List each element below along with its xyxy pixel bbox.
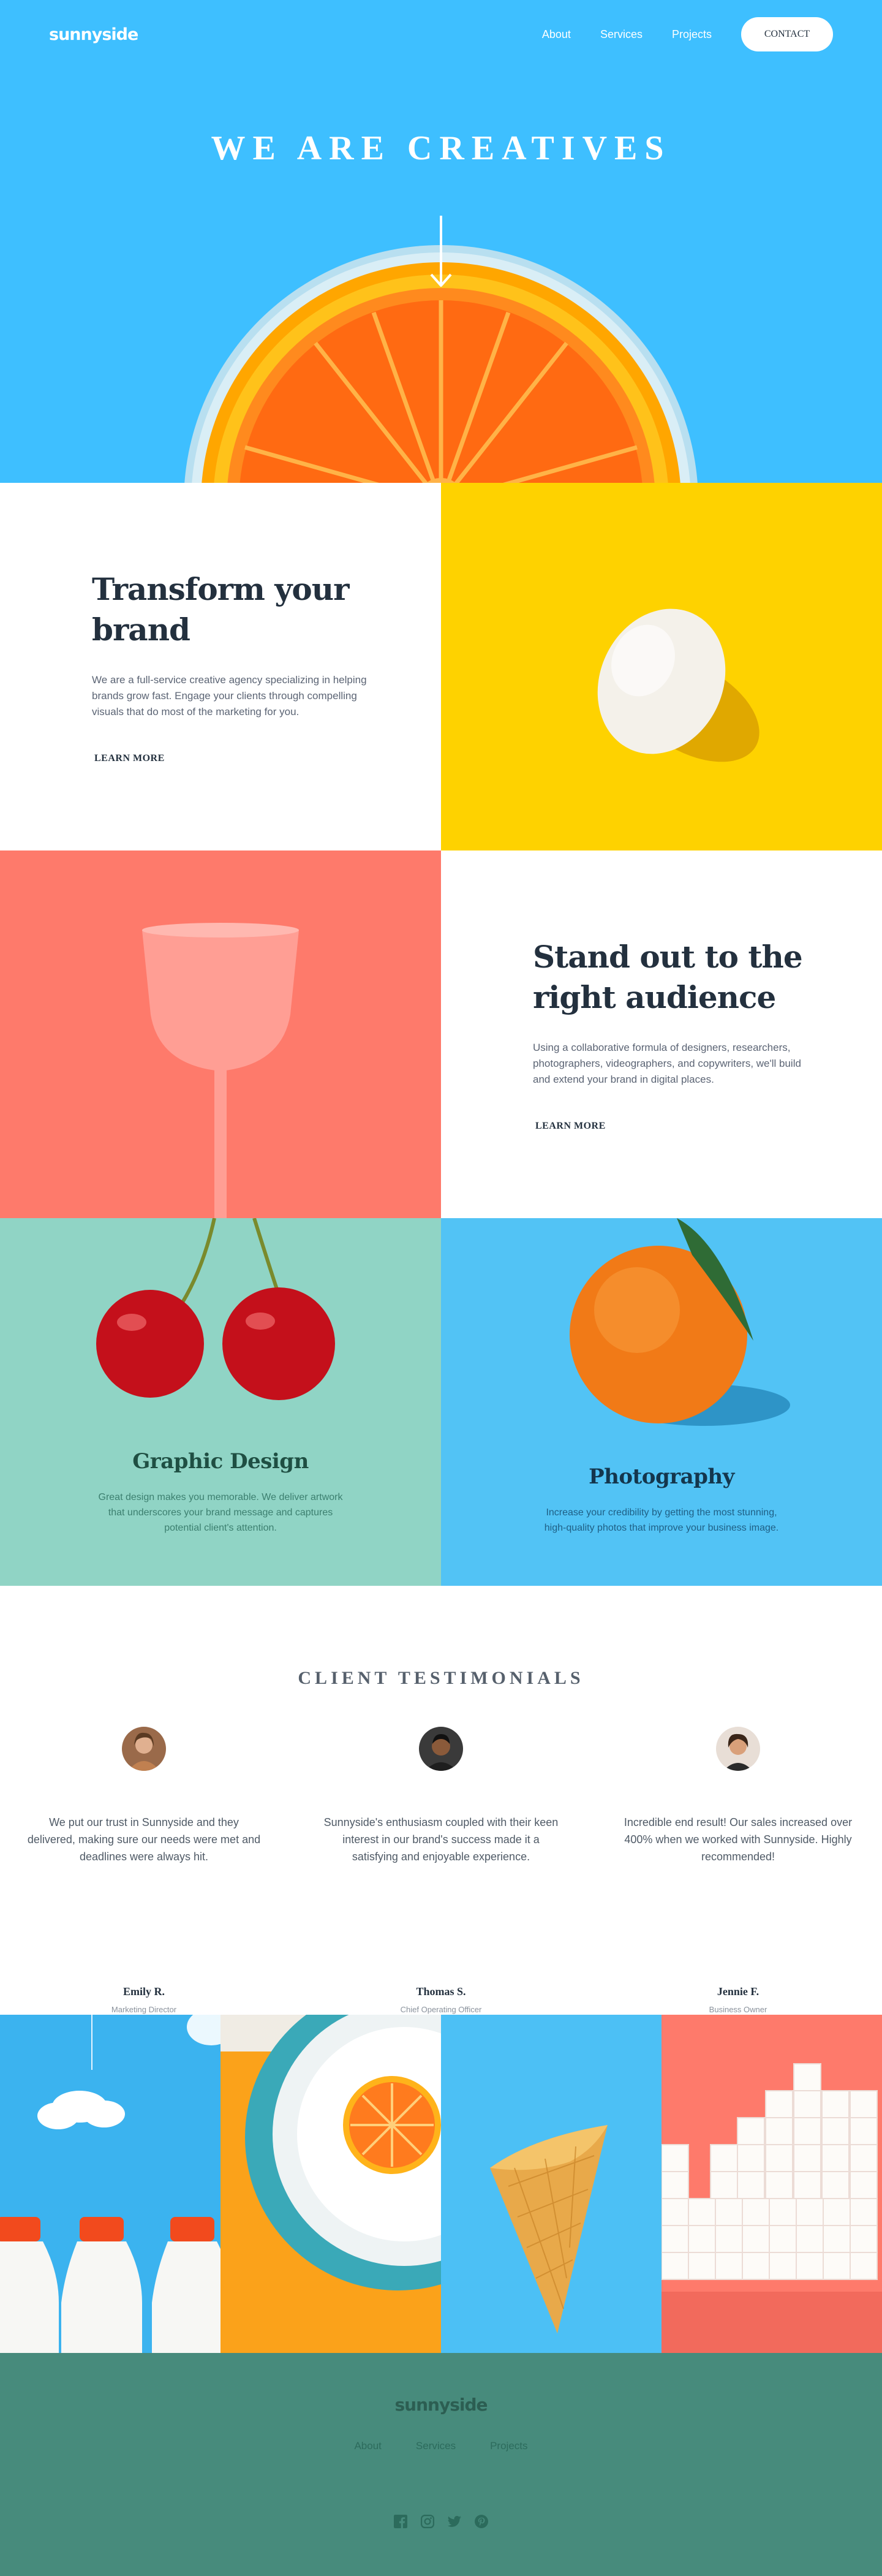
footer-logo[interactable]: sunnyside: [0, 2395, 882, 2415]
instagram-icon[interactable]: [421, 2515, 434, 2528]
testimonial-card: Sunnyside's enthusiasm coupled with thei…: [322, 1727, 560, 2021]
footer: sunnyside About Services Projects: [0, 2353, 882, 2576]
footer-links: About Services Projects: [0, 2440, 882, 2452]
hero-title: WE ARE CREATIVES: [211, 129, 671, 167]
testimonial-quote: Sunnyside's enthusiasm coupled with thei…: [323, 1816, 559, 1863]
photography-body: Increase your credibility by getting the…: [544, 1507, 779, 1533]
testimonial-role: Chief Operating Officer: [400, 2005, 482, 2014]
cup-image: [0, 850, 441, 1218]
standout-row: Stand out to the right audience Using a …: [0, 850, 882, 1218]
standout-text-block: Stand out to the right audience Using a …: [441, 850, 882, 1218]
milk-bottles-image: [0, 2015, 221, 2353]
graphic-design-body: Great design makes you memorable. We del…: [98, 1492, 343, 1533]
gallery-milk-bottles: [0, 2015, 221, 2353]
standout-title: Stand out to the right audience: [533, 939, 803, 1015]
testimonials-heading: CLIENT TESTIMONIALS: [298, 1668, 584, 1688]
graphic-design-text: Graphic Design Great design makes you me…: [0, 1449, 441, 1536]
transform-title: Transform your brand: [92, 571, 349, 648]
testimonial-card: We put our trust in Sunnyside and they d…: [24, 1727, 263, 2021]
transform-body: We are a full-service creative agency sp…: [92, 674, 367, 718]
egg-illustration: [597, 608, 760, 762]
learn-more-label: LEARN MORE: [94, 753, 165, 763]
service-graphic-design: Graphic Design Great design makes you me…: [0, 1218, 441, 1586]
testimonial-role: Marketing Director: [111, 2005, 177, 2014]
gallery-section: [0, 2015, 882, 2353]
photography-text: Photography Increase your credibility by…: [441, 1464, 882, 1536]
footer-link-about[interactable]: About: [354, 2440, 381, 2452]
photography-title: Photography: [589, 1464, 734, 1489]
testimonial-name: Jennie F.: [717, 1985, 760, 1998]
gallery-ice-cream-cone: [441, 2015, 662, 2353]
learn-more-label: LEARN MORE: [535, 1121, 606, 1131]
arrow-down-icon[interactable]: [430, 216, 452, 289]
nav-links: About Services Projects CONTACT: [513, 17, 833, 51]
facebook-icon[interactable]: [394, 2515, 407, 2528]
top-nav: sunnyside About Services Projects CONTAC…: [0, 0, 882, 69]
hero-section: sunnyside About Services Projects CONTAC…: [0, 0, 882, 483]
gallery-sugar-cubes: [662, 2015, 882, 2353]
orange-plate-image: [221, 2015, 441, 2353]
footer-link-services[interactable]: Services: [416, 2440, 456, 2452]
nav-link-projects[interactable]: Projects: [672, 28, 712, 41]
testimonials-section: CLIENT TESTIMONIALS We put our trust in …: [0, 1586, 882, 2015]
sugar-cubes-image: [662, 2063, 882, 2353]
transform-row: Transform your brand We are a full-servi…: [0, 483, 882, 850]
testimonial-card: Incredible end result! Our sales increas…: [619, 1727, 858, 2021]
footer-link-projects[interactable]: Projects: [490, 2440, 527, 2452]
avatar-thomas: [419, 1727, 463, 1771]
cup-illustration: [0, 850, 441, 1218]
graphic-design-title: Graphic Design: [132, 1449, 309, 1474]
contact-button[interactable]: CONTACT: [741, 17, 833, 51]
testimonial-name: Emily R.: [123, 1985, 165, 1998]
testimonial-role: Business Owner: [709, 2005, 767, 2014]
testimonial-quote: Incredible end result! Our sales increas…: [624, 1816, 853, 1863]
pinterest-icon[interactable]: [475, 2515, 488, 2528]
gallery-orange-plate: [221, 2015, 441, 2353]
nav-link-about[interactable]: About: [542, 28, 571, 41]
avatar-jennie: [716, 1727, 760, 1771]
service-photography: Photography Increase your credibility by…: [441, 1218, 882, 1586]
standout-learn-more-link[interactable]: LEARN MORE: [533, 1121, 608, 1132]
twitter-icon[interactable]: [448, 2515, 461, 2528]
standout-body: Using a collaborative formula of designe…: [533, 1042, 801, 1085]
transform-learn-more-link[interactable]: LEARN MORE: [92, 753, 167, 764]
social-links: [0, 2515, 882, 2528]
logo[interactable]: sunnyside: [49, 25, 138, 44]
nav-link-services[interactable]: Services: [600, 28, 643, 41]
testimonial-name: Thomas S.: [416, 1985, 466, 1998]
avatar-emily: [122, 1727, 166, 1771]
cone-image: [490, 2125, 608, 2333]
testimonial-quote: We put our trust in Sunnyside and they d…: [27, 1816, 261, 1863]
transform-text-block: Transform your brand We are a full-servi…: [0, 483, 441, 850]
egg-image: [441, 483, 882, 850]
services-row: Graphic Design Great design makes you me…: [0, 1218, 882, 1586]
